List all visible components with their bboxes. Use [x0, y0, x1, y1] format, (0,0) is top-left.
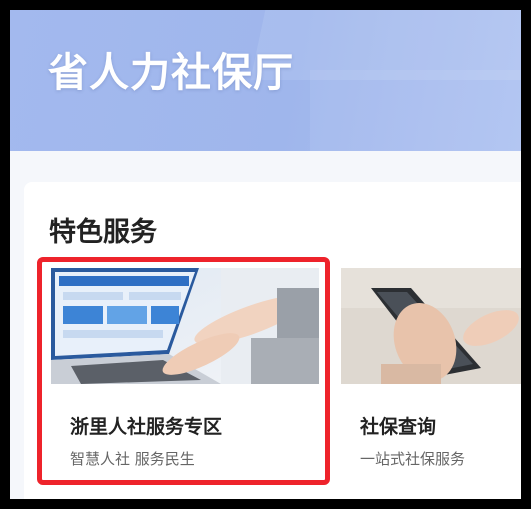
card-title: 社保查询 [360, 416, 437, 438]
header-banner: 省人力社保厅 [10, 10, 521, 151]
section-title: 特色服务 [49, 217, 157, 248]
page-title: 省人力社保厅 [48, 50, 294, 96]
phone-hand-image [341, 268, 521, 384]
services-panel: 特色服务 浙里人社服务专区 智慧人社 服务民生 社保查询 一站式社保服务 [24, 182, 521, 499]
laptop-typing-image [51, 268, 319, 384]
service-card-zheli[interactable]: 浙里人社服务专区 智慧人社 服务民生 [51, 268, 319, 488]
banner-decoration [310, 70, 521, 151]
card-title: 浙里人社服务专区 [70, 416, 223, 438]
card-subtitle: 智慧人社 服务民生 [70, 450, 195, 468]
service-card-social-security[interactable]: 社保查询 一站式社保服务 [341, 268, 521, 488]
app-screen: 省人力社保厅 特色服务 浙里人社服务专区 智慧人社 服务民生 社保查询 一站式社… [10, 10, 521, 499]
card-subtitle: 一站式社保服务 [360, 450, 466, 468]
